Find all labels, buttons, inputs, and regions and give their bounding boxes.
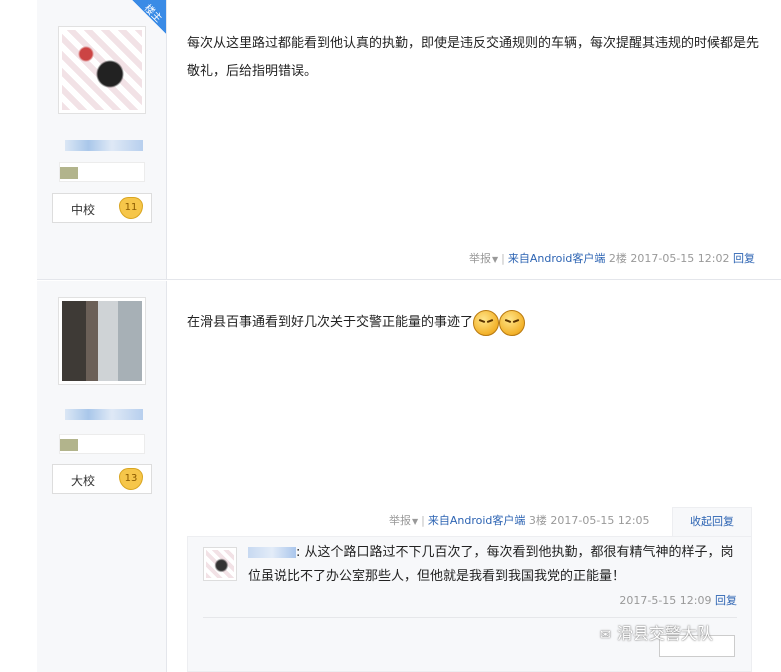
sub-reply-meta: 2017-5-15 12:09 回复 xyxy=(619,592,737,608)
level-heart-icon: 11 xyxy=(119,197,143,219)
reply-link[interactable]: 回复 xyxy=(733,252,755,265)
source-link[interactable]: 来自Android客户端 xyxy=(508,252,606,265)
source-link[interactable]: 来自Android客户端 xyxy=(428,514,526,527)
sub-reply-username-blurred[interactable] xyxy=(248,547,296,558)
avatar[interactable] xyxy=(58,297,146,385)
post-meta: 举报▼ | 来自Android客户端 2楼 2017-05-15 12:02 回复 xyxy=(468,252,755,265)
sub-reply-content: : 从这个路口路过不下几百次了，每次看到他执勤，都很有精气神的样子，岗位虽说比不… xyxy=(248,541,738,589)
post-content: 在滑县百事通看到好几次关于交警正能量的事迹了 xyxy=(187,309,767,337)
owner-tag-label: 楼主 xyxy=(141,2,164,25)
sub-reply-panel: : 从这个路口路过不下几百次了，每次看到他执勤，都很有精气神的样子，岗位虽说比不… xyxy=(187,536,752,672)
post-time: 2017-05-15 12:02 xyxy=(630,252,730,265)
sub-reply-time: 2017-5-15 12:09 xyxy=(619,594,712,607)
floor-number: 3楼 xyxy=(528,514,547,527)
report-link[interactable]: 举报▼ xyxy=(389,514,418,527)
watermark-text: 滑县交警大队 xyxy=(616,624,713,643)
rank-name: 中校 xyxy=(71,203,96,217)
caret-down-icon: ▼ xyxy=(491,255,499,264)
post-floor-2: 中校 11 楼主 每次从这里路过都能看到他认真的执勤，即使是违反交通规则的车辆，… xyxy=(37,0,781,280)
report-link[interactable]: 举报▼ xyxy=(469,252,498,265)
watermark: ✉ 滑县交警大队 xyxy=(600,620,713,644)
post-content: 每次从这里路过都能看到他认真的执勤，即使是违反交通规则的车辆，每次提醒其违规的时… xyxy=(187,36,760,79)
avatar[interactable] xyxy=(58,26,146,114)
rank-badge[interactable]: 大校 13 xyxy=(52,464,152,494)
user-badge xyxy=(59,434,145,454)
sub-reply-avatar[interactable] xyxy=(203,547,237,581)
username-blurred[interactable] xyxy=(65,409,143,420)
floor-number: 2楼 xyxy=(608,252,627,265)
level-heart-icon: 13 xyxy=(119,468,143,490)
username-blurred[interactable] xyxy=(65,140,143,151)
sub-reply-link[interactable]: 回复 xyxy=(715,594,737,607)
angry-face-emoji-icon xyxy=(499,309,526,336)
post-meta: 举报▼ | 来自Android客户端 3楼 2017-05-15 12:05 xyxy=(389,514,650,527)
sub-reply-text: : 从这个路口路过不下几百次了，每次看到他执勤，都很有精气神的样子，岗位虽说比不… xyxy=(248,545,734,584)
owner-tag: 楼主 xyxy=(132,0,166,34)
post-floor-3: 大校 13 在滑县百事通看到好几次关于交警正能量的事迹了 举报▼ | 来自Andro… xyxy=(37,281,781,672)
angry-face-emoji-icon xyxy=(473,309,500,336)
post-time: 2017-05-15 12:05 xyxy=(550,514,650,527)
rank-name: 大校 xyxy=(71,474,96,488)
chat-bubble-icon: ✉ xyxy=(600,628,611,643)
user-badge xyxy=(59,162,145,182)
post-text: 在滑县百事通看到好几次关于交警正能量的事迹了 xyxy=(187,315,474,330)
collapse-replies-button[interactable]: 收起回复 xyxy=(672,507,752,537)
rank-badge[interactable]: 中校 11 xyxy=(52,193,152,223)
author-sidebar: 中校 11 xyxy=(37,0,167,279)
caret-down-icon: ▼ xyxy=(412,517,419,526)
divider xyxy=(203,617,737,618)
author-sidebar: 大校 13 xyxy=(37,281,167,672)
